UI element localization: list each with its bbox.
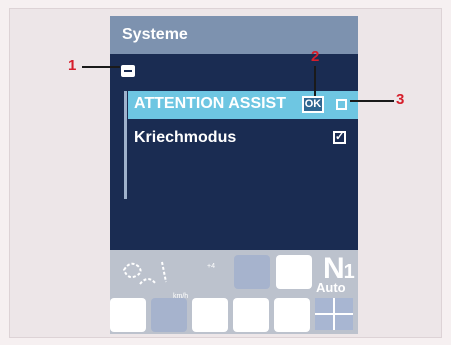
- status-tile: [151, 298, 187, 332]
- status-tile: [233, 298, 269, 332]
- checkbox-unchecked[interactable]: [336, 99, 347, 110]
- status-tile: [192, 298, 228, 332]
- menu-title: Systeme: [110, 16, 358, 54]
- callout-2: 2: [311, 48, 320, 65]
- status-tile: [110, 298, 146, 332]
- transmission-mode: Auto: [316, 280, 346, 295]
- status-tile: [274, 298, 310, 332]
- assist-graph-icon: [122, 261, 167, 285]
- back-icon[interactable]: [121, 65, 135, 77]
- status-tile: [276, 255, 312, 289]
- gauge-value: +4: [207, 263, 215, 270]
- checkbox-checked[interactable]: ✓: [333, 131, 346, 144]
- status-tile: [234, 255, 270, 289]
- status-panel: +4 km/h N1 Auto: [110, 250, 358, 334]
- callout-3: 3: [396, 91, 405, 108]
- callout-3-line: [350, 100, 394, 102]
- menu-item-label: ATTENTION ASSIST: [134, 95, 286, 112]
- cluster-display: Systeme ATTENTION ASSIST OK Kriechmodus …: [110, 16, 358, 334]
- callout-1: 1: [68, 57, 77, 74]
- grid-tile: [315, 298, 353, 330]
- callout-1-line: [82, 66, 120, 68]
- scrollbar: [124, 91, 127, 199]
- menu-item-kriechmodus[interactable]: Kriechmodus: [134, 129, 236, 147]
- ok-badge: OK: [302, 96, 324, 113]
- callout-2-line: [314, 66, 316, 96]
